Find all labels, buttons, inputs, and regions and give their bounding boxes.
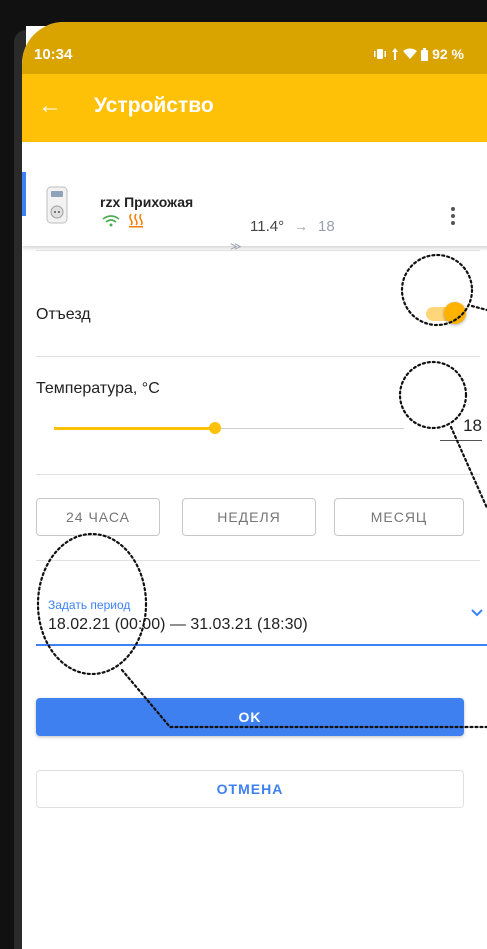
wifi-icon bbox=[403, 48, 418, 59]
slider-track bbox=[221, 428, 404, 429]
away-toggle[interactable] bbox=[426, 302, 466, 324]
chevron-down-icon[interactable] bbox=[470, 606, 484, 620]
status-time: 10:34 bbox=[34, 46, 73, 63]
divider bbox=[36, 560, 480, 561]
away-label: Отъезд bbox=[36, 306, 91, 323]
temperature-input[interactable]: 18 bbox=[440, 416, 482, 441]
status-icons: 92 % bbox=[373, 46, 464, 62]
device-name: rzx Прихожая bbox=[100, 194, 194, 210]
device-card[interactable]: rzx Прихожая 11.4° → 18 ≫ bbox=[22, 142, 487, 253]
period-24h-button[interactable]: 24 ЧАСА bbox=[36, 498, 160, 536]
period-week-button[interactable]: НЕДЕЛЯ bbox=[182, 498, 316, 536]
ok-button[interactable]: OK bbox=[36, 698, 464, 736]
page-title: Устройство bbox=[94, 94, 214, 117]
status-bar: 10:34 92 % bbox=[22, 22, 487, 74]
temperature-label: Температура, °C bbox=[36, 380, 160, 397]
expand-more-icon[interactable]: ≫ bbox=[230, 240, 242, 253]
card-accent bbox=[22, 172, 26, 216]
vibrate-icon bbox=[374, 49, 387, 59]
socket-thermostat-icon bbox=[46, 186, 68, 224]
phone-frame: 10:34 92 % ← Устройство rzx Прихожая 11.… bbox=[0, 0, 487, 949]
current-temperature: 11.4° bbox=[250, 218, 285, 235]
screen: 10:34 92 % ← Устройство rzx Прихожая 11.… bbox=[22, 22, 487, 949]
toggle-knob bbox=[444, 302, 466, 324]
heating-icon bbox=[129, 213, 143, 228]
arrow-right-icon: → bbox=[294, 218, 308, 234]
app-bar: ← Устройство bbox=[22, 74, 487, 142]
battery-percent: 92 % bbox=[432, 46, 464, 62]
signal-icon bbox=[392, 48, 399, 60]
temperature-slider[interactable] bbox=[54, 418, 404, 438]
wifi-icon bbox=[102, 215, 120, 227]
more-vert-icon[interactable] bbox=[450, 206, 456, 226]
period-field-underline bbox=[36, 644, 487, 646]
arrow-left-icon[interactable]: ← bbox=[38, 94, 62, 118]
period-field-value: 18.02.21 (00:00) — 31.03.21 (18:30) bbox=[48, 616, 308, 633]
battery-icon bbox=[421, 47, 429, 61]
period-month-button[interactable]: МЕСЯЦ bbox=[334, 498, 464, 536]
cancel-button[interactable]: ОТМЕНА bbox=[36, 770, 464, 808]
divider bbox=[36, 356, 480, 357]
period-field-label: Задать период bbox=[48, 598, 131, 612]
divider bbox=[36, 474, 480, 475]
slider-fill bbox=[54, 427, 215, 430]
slider-thumb[interactable] bbox=[209, 422, 221, 434]
divider bbox=[36, 250, 480, 251]
target-temperature: 18 bbox=[318, 218, 335, 235]
